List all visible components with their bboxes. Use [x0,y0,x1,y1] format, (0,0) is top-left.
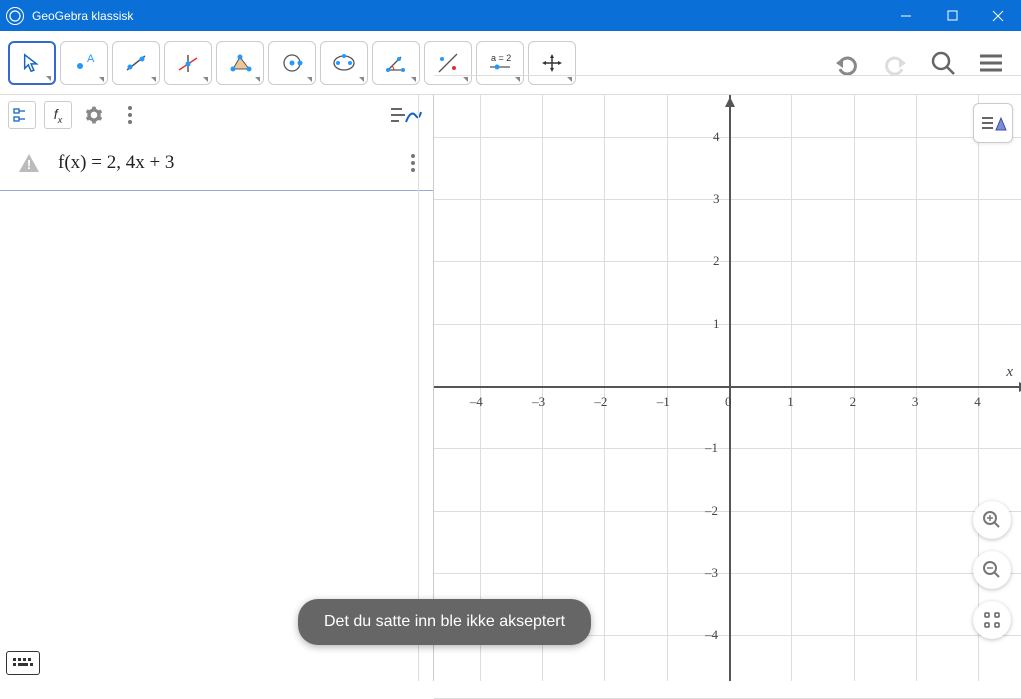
window-close-button[interactable] [975,0,1021,31]
grid-line [542,95,543,681]
y-tick-label: 2 [713,253,720,269]
grid-line [978,95,979,681]
algebra-more-button[interactable] [116,101,144,129]
tool-line[interactable] [112,41,160,85]
algebra-formula[interactable]: f(x) = 2, 4x + 3 [58,152,405,174]
x-tick-label: –3 [532,394,545,410]
tool-circle[interactable] [268,41,316,85]
redo-button[interactable] [873,41,917,85]
grid-line [434,448,1021,449]
grid-line [434,573,1021,574]
window-minimize-button[interactable] [883,0,929,31]
warning-icon: ! [0,152,58,174]
geogebra-icon [6,7,24,25]
algebra-view: fx ! f(x) = 2, 4x + 3 [0,95,434,681]
svg-text:a = 2: a = 2 [491,53,511,63]
search-button[interactable] [921,41,965,85]
grid-line [667,95,668,681]
tool-move[interactable] [8,41,56,85]
grid-line [434,75,1021,76]
window-maximize-button[interactable] [929,0,975,31]
grid-line [434,511,1021,512]
tool-point[interactable]: A [60,41,108,85]
y-tick-label: –1 [705,440,718,456]
zoom-out-button[interactable] [973,551,1011,589]
tool-polygon[interactable] [216,41,264,85]
algebra-row[interactable]: ! f(x) = 2, 4x + 3 [0,135,433,191]
grid-line [916,95,917,681]
x-tick-label: 1 [787,394,794,410]
grid-line [791,95,792,681]
graphics-style-button[interactable] [973,103,1013,143]
y-tick-label: 3 [713,191,720,207]
window-title: GeoGebra klassisk [32,9,883,23]
grid-line [418,95,419,681]
algebra-row-menu[interactable] [405,154,421,172]
y-tick-label: –4 [705,627,718,643]
x-axis [434,386,1021,388]
y-tick-label: –2 [705,503,718,519]
home-view-button[interactable] [973,601,1011,639]
x-tick-label: 4 [974,394,981,410]
tool-move-view[interactable] [528,41,576,85]
grid-line [854,95,855,681]
grid-line [604,95,605,681]
grid-line [434,324,1021,325]
algebra-sort-button[interactable] [385,101,425,129]
grid-line [434,137,1021,138]
algebra-header: fx [0,95,433,135]
main-toolbar: A a = 2 [0,31,1021,95]
zoom-in-button[interactable] [973,501,1011,539]
grid-line [434,698,1021,699]
x-tick-label: –1 [657,394,670,410]
x-tick-label: 2 [850,394,857,410]
tool-ellipse[interactable] [320,41,368,85]
virtual-keyboard-button[interactable] [6,651,40,675]
tool-slider[interactable]: a = 2 [476,41,524,85]
y-tick-label: 4 [713,129,720,145]
algebra-settings-button[interactable] [80,101,108,129]
x-tick-label: 0 [725,394,732,410]
tool-angle[interactable] [372,41,420,85]
svg-text:!: ! [27,157,31,172]
y-tick-label: –3 [705,565,718,581]
x-axis-label: x [1006,364,1013,381]
menu-button[interactable] [969,41,1013,85]
y-tick-label: 1 [713,316,720,332]
window-titlebar: GeoGebra klassisk [0,0,1021,31]
algebra-tree-button[interactable] [8,101,36,129]
x-tick-label: 3 [912,394,919,410]
algebra-fx-button[interactable]: fx [44,101,72,129]
y-axis-arrow [725,97,735,107]
grid-line [480,95,481,681]
grid-line [434,199,1021,200]
x-tick-label: –2 [594,394,607,410]
tool-perpendicular[interactable] [164,41,212,85]
grid-line [434,261,1021,262]
svg-text:A: A [87,53,95,65]
y-axis [729,95,731,681]
x-tick-label: –4 [470,394,483,410]
undo-button[interactable] [825,41,869,85]
main-area: fx ! f(x) = 2, 4x + 3 –4–3–2–1012341234– [0,95,1021,681]
graphics-view[interactable]: –4 –3 –2 –1 0 1 2 3 4 1 2 3 4 –1 –2 –3 –4 x [434,95,1021,681]
tool-reflect[interactable] [424,41,472,85]
error-toast: Det du satte inn ble ikke akseptert [298,599,591,645]
